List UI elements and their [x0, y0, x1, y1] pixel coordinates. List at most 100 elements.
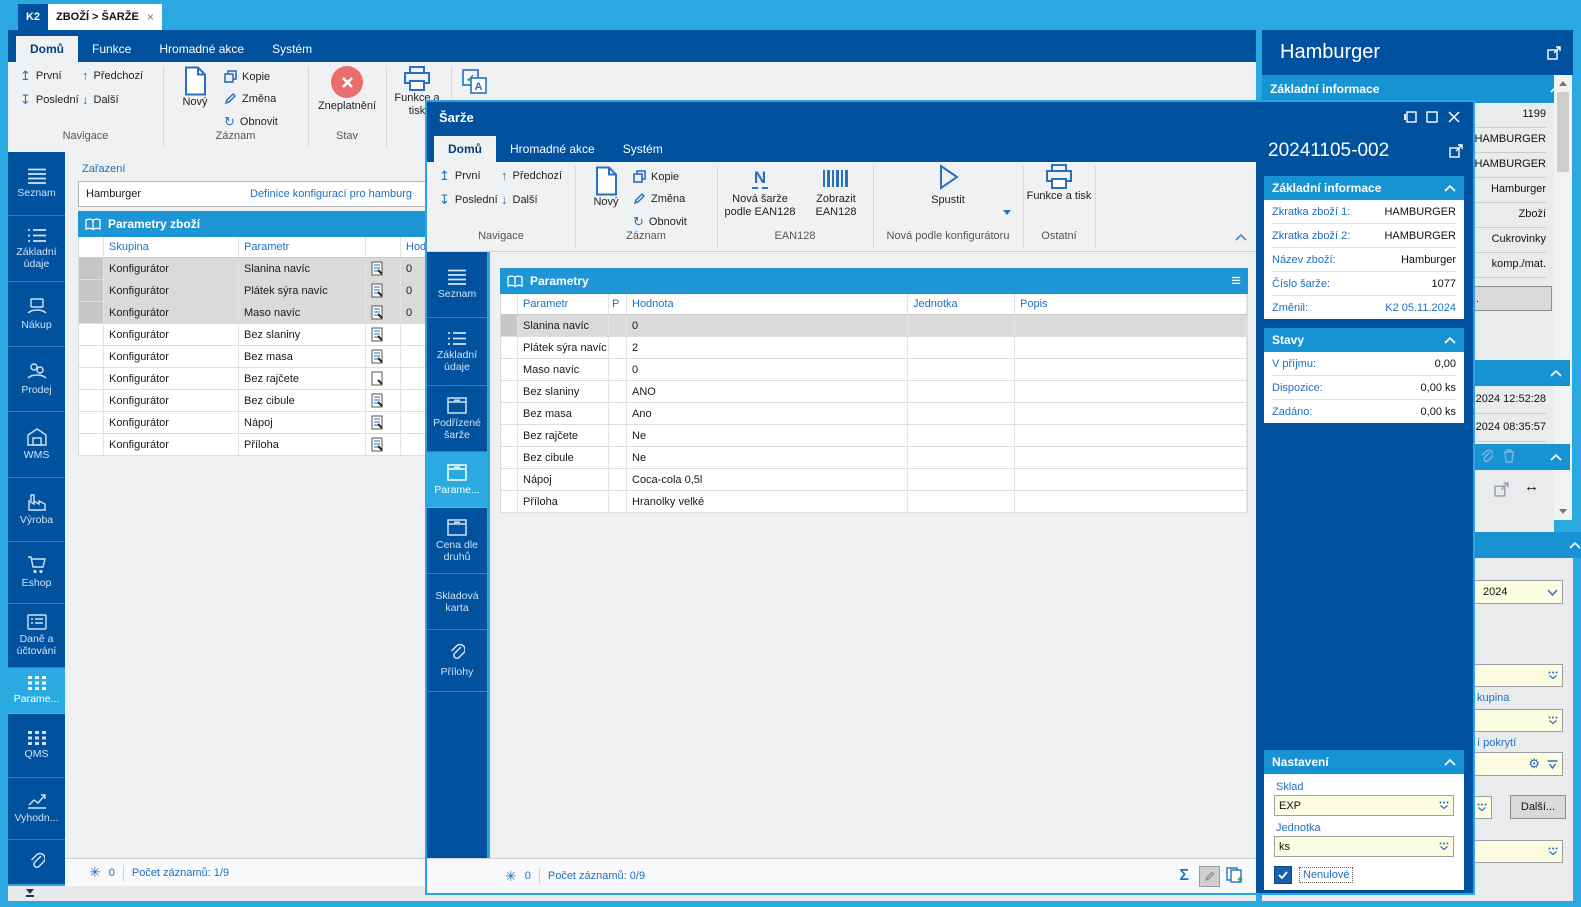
previous-button[interactable]: ↑ Předchozí — [82, 69, 143, 82]
dialog-sidebar-prilohy[interactable]: Přílohy — [427, 630, 487, 692]
dialog-new-button[interactable]: Nový — [583, 166, 629, 209]
dialog-last-button[interactable]: ↧ Poslední — [439, 193, 498, 206]
first-button[interactable]: ↥ První — [20, 69, 62, 82]
table-row[interactable]: Bez masa Ano — [500, 403, 1248, 425]
invalidate-button[interactable]: Zneplatnění — [310, 66, 384, 113]
ribbon-tab-system[interactable]: Systém — [258, 36, 326, 62]
sidebar-item-zakladni-udaje[interactable]: Základní údaje — [8, 216, 65, 282]
dialog-tab-domu[interactable]: Domů — [434, 136, 496, 162]
chevron-up-icon[interactable] — [1550, 453, 1562, 461]
collapse-ribbon-chevron-icon[interactable] — [1235, 234, 1247, 241]
chevron-up-icon[interactable] — [1444, 184, 1456, 192]
dialog-tab-hromadne-akce[interactable]: Hromadné akce — [496, 136, 609, 162]
translation-button[interactable]: ✓A — [460, 68, 490, 99]
chevron-up-icon[interactable] — [1569, 541, 1581, 549]
sklad-combo[interactable]: EXP — [1274, 795, 1454, 816]
table-menu-icon[interactable]: ≡ — [1231, 271, 1241, 291]
column-hodnota[interactable]: Hodnota — [627, 294, 908, 314]
column-parametr[interactable]: Parametr — [518, 294, 609, 314]
k2-logo-tab[interactable]: K2 — [18, 4, 48, 30]
refresh-button[interactable]: ↻ Obnovit — [224, 114, 278, 130]
dialog-sidebar-zakladni-udaje[interactable]: Základní údaje — [427, 318, 487, 386]
table-row[interactable]: Plátek sýra navíc 2 — [500, 337, 1248, 359]
chevron-up-icon[interactable] — [1444, 758, 1456, 766]
stavy-header[interactable]: Stavy — [1264, 328, 1464, 352]
dialog-sidebar-parametry[interactable]: Parame... — [427, 452, 487, 508]
dialog-next-button[interactable]: ↓ Další — [501, 193, 538, 206]
table-row[interactable]: Nápoj Coca-cola 0,5l — [500, 469, 1248, 491]
copy-button[interactable]: Kopie — [224, 70, 270, 83]
sidebar-item-eshop[interactable]: Eshop — [8, 542, 65, 604]
chevron-up-icon[interactable] — [1444, 336, 1456, 344]
dialog-title-bar[interactable]: Šarže — [427, 102, 1473, 132]
gear-icon[interactable]: ⚙ — [1528, 756, 1540, 772]
dialog-print-functions-button[interactable]: Funkce a tisk — [1025, 164, 1093, 203]
ribbon-tab-domu[interactable]: Domů — [16, 36, 78, 62]
dialog-first-button[interactable]: ↥ První — [439, 169, 481, 182]
dialog-sidebar-cena-dle-druhu[interactable]: Cena dle druhů — [427, 508, 487, 574]
external-link-icon[interactable] — [1494, 482, 1509, 497]
resize-icon[interactable]: ↔ — [1524, 478, 1539, 495]
next-button[interactable]: ↓ Další — [82, 93, 119, 106]
table-row[interactable]: Slanina navíc 0 — [500, 315, 1248, 337]
dock-window-icon[interactable] — [1399, 107, 1421, 127]
close-tab-icon[interactable]: × — [147, 10, 154, 24]
dialog-sidebar-seznam[interactable]: Seznam — [427, 252, 487, 318]
sidebar-item-vyhodnoceni[interactable]: Vyhodn... — [8, 778, 65, 840]
dialog-previous-button[interactable]: ↑ Předchozí — [501, 169, 562, 182]
checkbox-label[interactable]: Nenulové — [1299, 867, 1354, 883]
ribbon-tab-funkce[interactable]: Funkce — [78, 36, 145, 62]
sidebar-item-qms[interactable]: QMS — [8, 714, 65, 778]
dialog-refresh-button[interactable]: ↻ Obnovit — [633, 214, 687, 230]
scrollbar-thumb[interactable] — [1557, 92, 1569, 172]
table-row[interactable]: Bez rajčete Ne — [500, 425, 1248, 447]
trash-icon[interactable] — [1503, 449, 1515, 463]
sidebar-item-nakup[interactable]: Nákup — [8, 282, 65, 347]
sidebar-item-prodej[interactable]: Prodej — [8, 347, 65, 412]
external-link-icon[interactable] — [1449, 144, 1463, 158]
sidebar-item-dane-a-uctovani[interactable]: Daně a účtování — [8, 604, 65, 668]
sidebar-item-parametry[interactable]: Parame... — [8, 668, 65, 714]
chevron-up-icon[interactable] — [1550, 369, 1562, 377]
table-row[interactable]: Příloha Hranolky velké — [500, 491, 1248, 513]
table-row[interactable]: Maso navíc 0 — [500, 359, 1248, 381]
ribbon-tab-hromadne-akce[interactable]: Hromadné akce — [145, 36, 258, 62]
sidebar-item-prilohy[interactable] — [8, 840, 65, 884]
dialog-tab-system[interactable]: Systém — [609, 136, 677, 162]
more-button[interactable]: .. — [1466, 286, 1552, 311]
dialog-sidebar-skladova-karta[interactable]: Skladová karta — [427, 574, 487, 630]
column-popis[interactable]: Popis — [1015, 294, 1247, 314]
run-button[interactable]: Spustit — [877, 164, 1019, 215]
nastaveni-header[interactable]: Nastavení — [1264, 750, 1464, 774]
section-zakladni-informace[interactable]: Základní informace — [1262, 75, 1570, 103]
dropdown-arrow-icon[interactable] — [1003, 210, 1011, 215]
external-link-icon[interactable] — [1547, 45, 1561, 60]
table-row[interactable]: Bez slaniny ANO — [500, 381, 1248, 403]
next-filter-button[interactable]: Další... — [1510, 795, 1566, 819]
dialog-copy-button[interactable]: Kopie — [633, 170, 679, 183]
parametry-table-columns[interactable]: Parametr P Hodnota Jednotka Popis — [500, 294, 1248, 315]
column-jednotka[interactable]: Jednotka — [908, 294, 1015, 314]
dialog-change-button[interactable]: Změna — [633, 192, 685, 205]
sidebar-item-seznam[interactable]: Seznam — [8, 152, 65, 216]
document-tab[interactable]: ZBOŽÍ > ŠARŽE × — [48, 4, 162, 30]
sum-icon[interactable]: Σ — [1179, 867, 1189, 885]
edit-disabled-button[interactable] — [1199, 865, 1220, 887]
dialog-sidebar-podrizene-sarze[interactable]: Podřízené šarže — [427, 386, 487, 452]
new-batch-ean128-button[interactable]: N Nová šarže podle EAN128 — [721, 168, 799, 219]
filter-icon[interactable] — [1547, 759, 1558, 769]
jednotka-combo[interactable]: ks — [1274, 836, 1454, 857]
show-ean128-button[interactable]: Zobrazit EAN128 — [801, 170, 871, 219]
column-parametr[interactable]: Parametr — [239, 237, 366, 257]
column-skupina[interactable]: Skupina — [104, 237, 239, 257]
add-copy-icon[interactable] — [1226, 866, 1244, 886]
basic-info-header[interactable]: Základní informace — [1264, 176, 1464, 200]
change-button[interactable]: Změna — [224, 92, 276, 105]
close-icon[interactable] — [1443, 107, 1465, 127]
sidebar-item-wms[interactable]: WMS — [8, 412, 65, 478]
new-button[interactable]: Nový — [172, 66, 218, 109]
paperclip-icon[interactable] — [1480, 449, 1493, 465]
collapse-bottom-icon[interactable] — [26, 889, 34, 897]
last-button[interactable]: ↧ Poslední — [20, 93, 79, 106]
sidebar-item-vyroba[interactable]: Výroba — [8, 478, 65, 542]
